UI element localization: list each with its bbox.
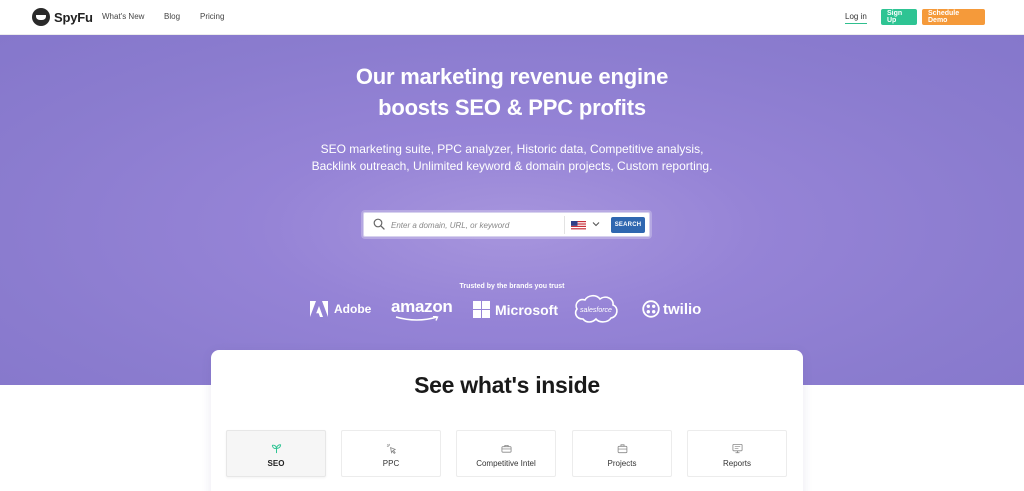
logo-text: SpyFu [54, 9, 93, 25]
hero-section: Our marketing revenue engine boosts SEO … [0, 35, 1024, 385]
search-input[interactable] [391, 218, 559, 232]
search-button[interactable]: SEARCH [611, 217, 645, 233]
tab-reports[interactable]: Reports [687, 430, 787, 477]
nav-link-blog[interactable]: Blog [164, 12, 180, 21]
amazon-smile-icon [395, 316, 439, 321]
whats-inside-panel: See what's inside SEO PPC Competitive In… [211, 350, 803, 491]
tab-ppc[interactable]: PPC [341, 430, 441, 477]
spy-logo-icon [32, 8, 50, 26]
suitcase-icon [617, 444, 627, 454]
cursor-click-icon [386, 443, 396, 454]
tab-projects[interactable]: Projects [572, 430, 672, 477]
chevron-down-icon[interactable] [592, 220, 600, 228]
nav-link-pricing[interactable]: Pricing [200, 12, 224, 21]
twilio-label: twilio [663, 300, 702, 318]
tab-competitive-intel[interactable]: Competitive Intel [456, 430, 556, 477]
amazon-label: amazon [391, 297, 453, 316]
tab-seo[interactable]: SEO [226, 430, 326, 477]
adobe-label: Adobe [334, 302, 372, 316]
nav-link-whats-new[interactable]: What's New [102, 12, 144, 21]
signup-button[interactable]: Sign Up [881, 9, 917, 25]
microsoft-windows-icon [473, 301, 490, 318]
trusted-label: Trusted by the brands you trust [459, 283, 565, 290]
hero-title-line1: Our marketing revenue engine [355, 64, 669, 89]
search-bar: SEARCH [363, 212, 650, 237]
tab-seo-label: SEO [267, 459, 285, 468]
search-divider [564, 216, 565, 234]
top-nav: SpyFu What's New Blog Pricing Log in Sig… [0, 0, 1024, 35]
tab-competitive-intel-label: Competitive Intel [476, 459, 536, 468]
tab-projects-label: Projects [607, 459, 637, 468]
search-icon [373, 218, 385, 230]
twilio-icon [642, 300, 660, 318]
adobe-icon [310, 301, 328, 317]
amazon-logo: amazon [391, 298, 453, 322]
whats-inside-title: See what's inside [414, 372, 600, 398]
monitor-icon [732, 443, 742, 454]
feature-tabs: SEO PPC Competitive Intel Projects Repor… [226, 430, 788, 478]
twilio-logo: twilio [642, 300, 701, 318]
hero-title-line2: boosts SEO & PPC profits [378, 95, 646, 120]
tab-reports-label: Reports [722, 459, 751, 468]
briefcase-icon [501, 444, 511, 453]
sprout-icon [271, 444, 281, 454]
microsoft-logo: Microsoft [473, 301, 558, 318]
schedule-demo-button[interactable]: Schedule Demo [922, 9, 985, 25]
salesforce-label: salesforce [580, 306, 612, 314]
adobe-logo: Adobe [310, 301, 371, 317]
salesforce-logo: salesforce [573, 293, 619, 325]
us-flag-icon[interactable] [571, 221, 586, 230]
hero-subtitle: SEO marketing suite, PPC analyzer, Histo… [311, 142, 713, 173]
login-link[interactable]: Log in [845, 12, 867, 24]
microsoft-label: Microsoft [495, 301, 558, 318]
tab-ppc-label: PPC [382, 459, 400, 468]
spyfu-logo[interactable]: SpyFu [32, 8, 93, 26]
brand-logos: Adobe amazon Microsoft salesforce twilio [0, 293, 1024, 325]
